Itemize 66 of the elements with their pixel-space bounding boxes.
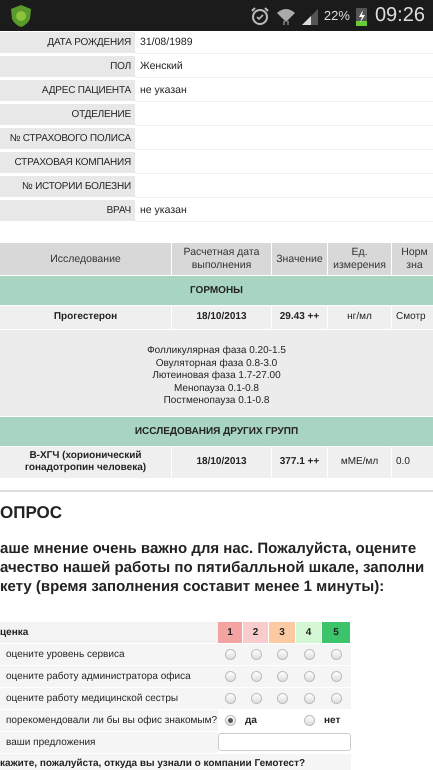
radio-button[interactable]	[331, 648, 342, 660]
score-header: 3	[269, 622, 295, 643]
suggestions-input[interactable]	[218, 732, 351, 751]
option-label: нет	[324, 714, 340, 726]
column-header: Ед. измерения	[328, 243, 392, 275]
shield-icon	[10, 4, 32, 28]
column-header: Норм зна	[392, 243, 433, 275]
question-label: оцените работу медицинской сестры	[0, 688, 218, 709]
radio-button[interactable]	[304, 648, 314, 660]
question-label: оцените уровень сервиса	[0, 644, 218, 665]
column-header: Расчетная дата выполнения	[172, 243, 272, 275]
table-cell: Прогестерон	[0, 305, 172, 329]
field-label: ОТДЕЛЕНИЕ	[0, 104, 135, 125]
question-label: оцените работу администратора офиса	[0, 666, 218, 687]
field-label: ПОЛ	[0, 56, 135, 77]
question-label: ваши предложения	[0, 732, 218, 753]
section-title: ОПРОС	[0, 504, 64, 520]
table-cell: 18/10/2013	[172, 446, 272, 478]
radio-button[interactable]	[277, 648, 288, 660]
radio-button[interactable]	[250, 670, 262, 682]
field-label: № СТРАХОВОГО ПОЛИСА	[0, 128, 135, 149]
table-cell: 29.43 ++	[272, 305, 328, 329]
radio-button[interactable]	[331, 670, 342, 682]
option-label: да	[245, 714, 257, 726]
score-header: 2	[243, 622, 268, 643]
signal-icon	[302, 6, 318, 24]
field-label: СТРАХОВАЯ КОМПАНИЯ	[0, 152, 135, 173]
column-header: Исследование	[0, 243, 172, 275]
radio-button[interactable]	[225, 692, 236, 704]
radio-button[interactable]	[225, 670, 236, 682]
score-header: 5	[322, 622, 350, 643]
table-cell: нг/мл	[328, 305, 392, 329]
score-header: 1	[218, 622, 242, 643]
radio-button[interactable]	[250, 648, 262, 660]
table-cell: В-ХГЧ (хорионический гонадотропин человека)	[0, 446, 172, 478]
radio-button[interactable]	[225, 648, 236, 660]
alarm-icon	[250, 6, 270, 26]
table-cell: 18/10/2013	[172, 305, 272, 329]
table-cell: 377.1 ++	[272, 446, 328, 478]
table-cell: Смотр	[392, 305, 433, 329]
radio-button[interactable]	[331, 692, 342, 704]
radio-button[interactable]	[277, 692, 288, 704]
radio-button[interactable]	[304, 670, 314, 682]
field-label: ДАТА РОЖДЕНИЯ	[0, 32, 135, 53]
column-header: Значение	[272, 243, 328, 275]
field-label: № ИСТОРИИ БОЛЕЗНИ	[0, 176, 135, 197]
radio-button[interactable]	[304, 714, 314, 726]
radio-button[interactable]	[250, 692, 262, 704]
group-header: ГОРМОНЫ	[0, 275, 433, 305]
clock: 09:26	[374, 4, 425, 27]
table-header: ценка	[0, 622, 218, 643]
table-cell: мМЕ/мл	[328, 446, 392, 478]
field-label: АДРЕС ПАЦИЕНТА	[0, 80, 135, 101]
reference-ranges: Фолликулярная фаза 0.20-1.5 Овуляторная фаза 0.8-3.0 Лютеиновая фаза 1.7-27.00 Менопауза 0.1-0.8 Постменопауза 0.1-0.8	[0, 329, 433, 416]
intro-text: аше мнение очень важно для нас. Пожалуйста, оцените ачество нашей работы по пятибалльной шкале, заполни кету (время заполнения составит менее 1 минуты):	[0, 538, 426, 596]
field-label: ВРАЧ	[0, 200, 135, 221]
group-header: ИССЛЕДОВАНИЯ ДРУГИХ ГРУПП	[0, 416, 433, 446]
battery-level: 22%	[324, 8, 350, 23]
radio-button[interactable]	[225, 714, 236, 726]
score-header: 4	[296, 622, 321, 643]
table-cell: 0.0	[392, 446, 433, 478]
battery-charging-icon	[356, 6, 367, 26]
radio-button[interactable]	[304, 692, 314, 704]
question-label: порекомендовали ли бы вы офис знакомым?	[0, 710, 218, 731]
question-label: кажите, пожалуйста, откуда вы узнали о компании Гемотест?	[0, 754, 351, 770]
radio-button[interactable]	[277, 670, 288, 682]
